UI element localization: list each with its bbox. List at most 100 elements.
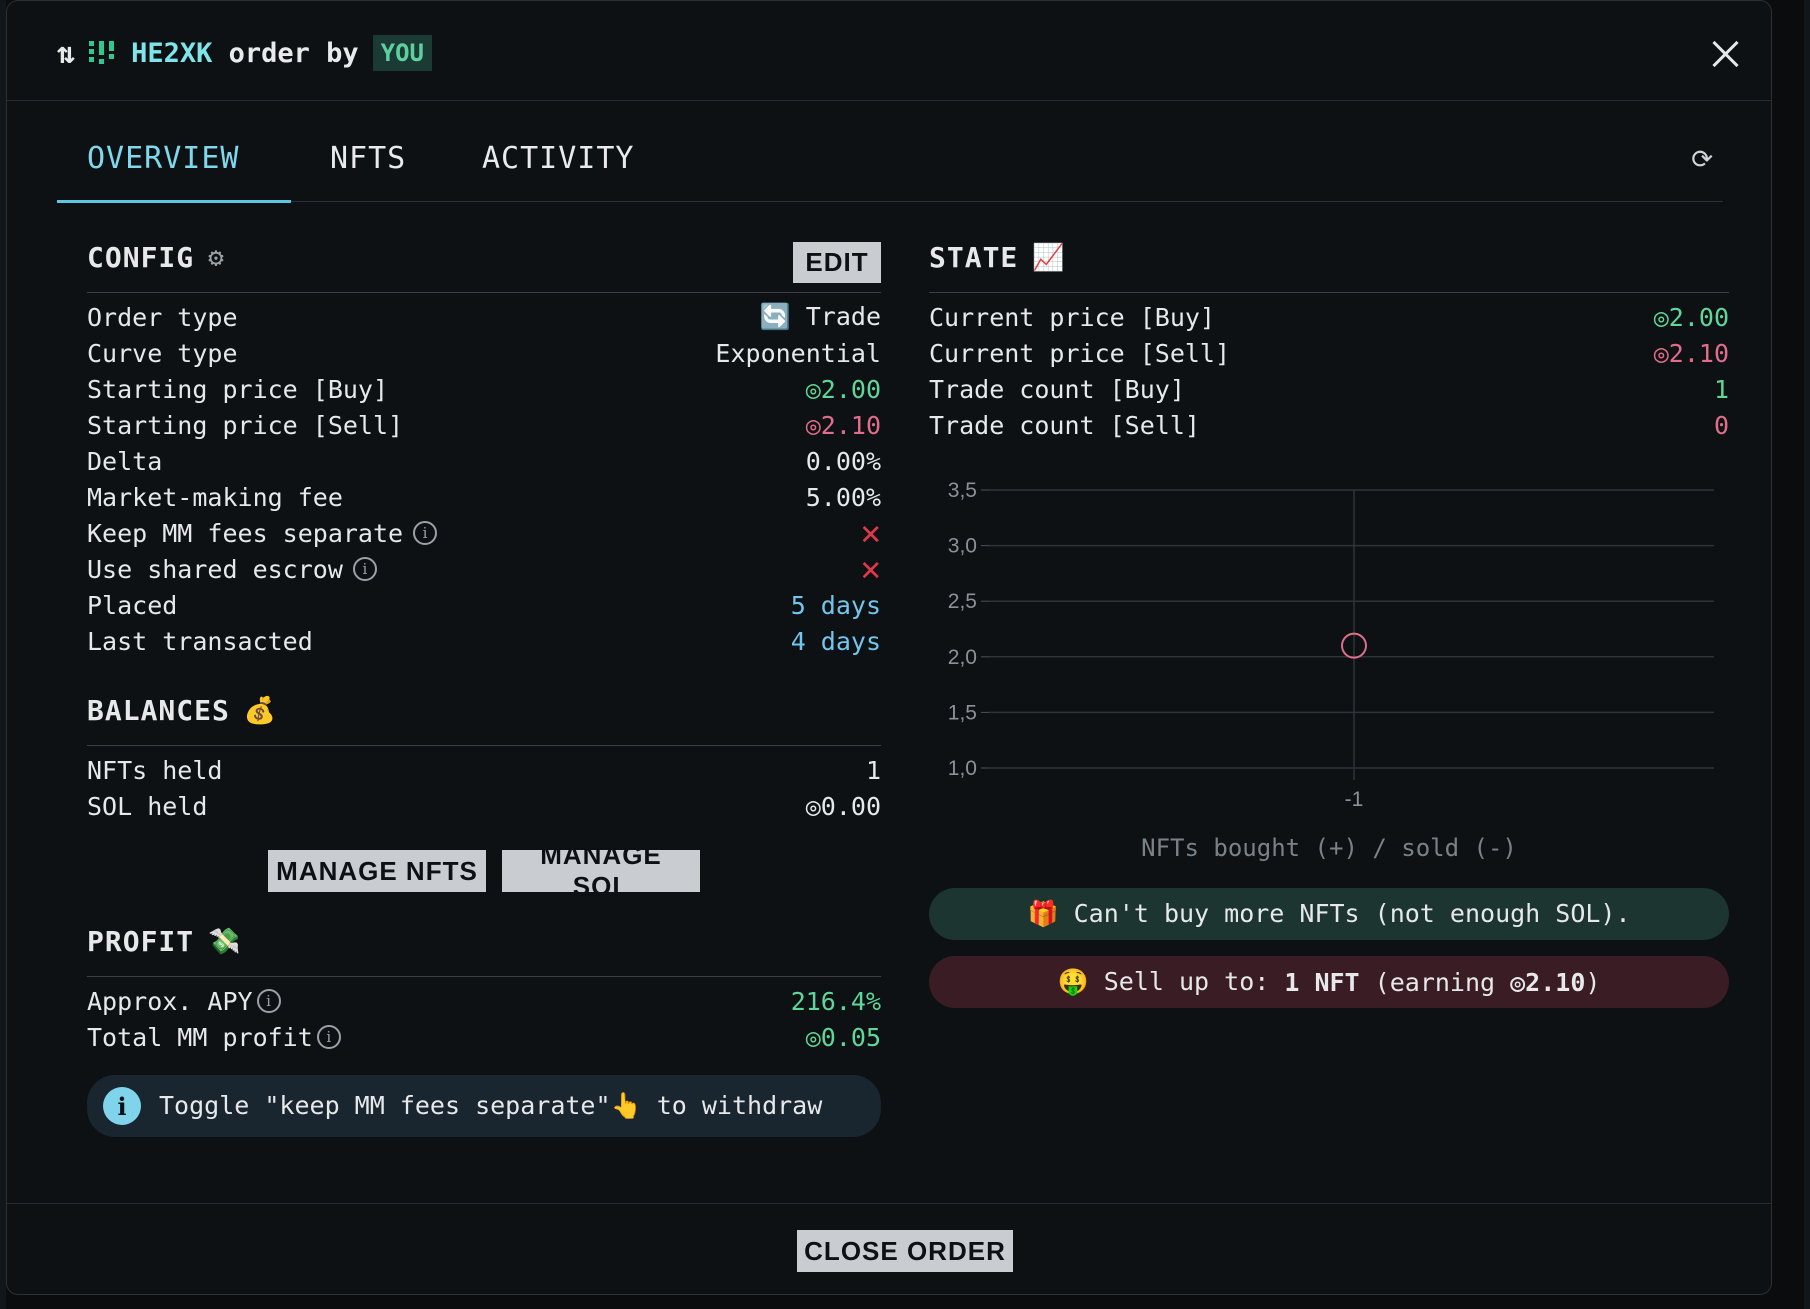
- false-x-icon: ✕: [860, 549, 881, 589]
- edit-button[interactable]: EDIT: [793, 242, 881, 283]
- price-curve-chart: 1,0 1,5 2,0 2,5 3,0 3,5 -1 NFTs bought (+) / …: [948, 479, 1714, 862]
- info-icon[interactable]: i: [352, 557, 377, 581]
- modal-footer: CLOSE ORDER: [7, 1203, 1771, 1296]
- config-row-keep-fees: Keep MM fees separate i ✕: [87, 513, 881, 553]
- sell-status-banner: 🤑 Sell up to: 1 NFT (earning ◎2.10 ): [929, 956, 1729, 1008]
- chart-x-tick-label: -1: [1345, 788, 1364, 811]
- modal-title: ⇅ HE2XK order by YOU: [57, 31, 433, 75]
- config-row-placed: Placed 5 days: [87, 588, 881, 622]
- state-row-price-buy: Current price [Buy] ◎2.00: [929, 300, 1729, 334]
- config-label: Starting price [Buy]: [87, 374, 389, 404]
- config-row-order-type: Order type 🔄 Trade: [87, 300, 881, 334]
- config-value: Exponential: [715, 338, 881, 368]
- state-value: ◎2.00: [1653, 302, 1729, 332]
- chart-x-axis-label: NFTs bought (+) / sold (-): [1141, 834, 1517, 862]
- tab-overview[interactable]: OVERVIEW: [87, 141, 240, 176]
- config-row-last-transacted: Last transacted 4 days: [87, 624, 881, 658]
- money-wings-icon: 💸: [208, 926, 242, 957]
- config-label: Starting price [Sell]: [87, 410, 404, 440]
- config-label: Order type: [87, 302, 238, 332]
- profit-label: Approx. APY: [87, 986, 253, 1016]
- sell-status-count: 1 NFT: [1284, 967, 1360, 997]
- sell-status-earning: ◎2.10: [1510, 967, 1586, 997]
- config-value: 0.00%: [805, 446, 881, 476]
- config-label: Delta: [87, 446, 163, 476]
- tab-nfts[interactable]: NFTS: [330, 141, 406, 176]
- chart-y-tick-label: 1,0: [948, 757, 977, 780]
- title-text: order by: [212, 37, 359, 69]
- right-edge: [1804, 0, 1810, 1309]
- config-value: 🔄 Trade: [759, 302, 881, 331]
- info-icon[interactable]: i: [256, 989, 281, 1013]
- state-value: 0: [1713, 410, 1729, 440]
- balances-value: 1: [865, 755, 881, 785]
- refresh-icon[interactable]: ⟳: [1691, 145, 1713, 175]
- tab-bar: OVERVIEW NFTS ACTIVITY ⟳: [57, 131, 1723, 203]
- trade-arrows-icon: ⇅: [57, 35, 76, 71]
- sell-status-suffix: ): [1585, 967, 1601, 997]
- state-divider: [929, 292, 1729, 293]
- order-modal: ⇅ HE2XK order by YOU OVERVIEW NFTS ACTIV…: [6, 0, 1772, 1295]
- config-row-delta: Delta 0.00%: [87, 444, 881, 478]
- profit-label: Total MM profit: [87, 1022, 313, 1052]
- owner-badge: YOU: [372, 35, 433, 71]
- config-label: Last transacted: [87, 626, 313, 656]
- sell-status-prefix: 🤑 Sell up to:: [1057, 967, 1285, 996]
- balances-section-title: BALANCES 💰: [87, 694, 277, 727]
- balances-label: NFTs held: [87, 755, 223, 785]
- false-x-icon: ✕: [860, 513, 881, 553]
- profit-title: PROFIT: [87, 925, 195, 958]
- modal-header: ⇅ HE2XK order by YOU: [7, 1, 1771, 101]
- config-label: Placed: [87, 590, 178, 620]
- buy-status-banner: 🎁 Can't buy more NFTs (not enough SOL).: [929, 888, 1729, 940]
- withdraw-hint-text: Toggle "keep MM fees separate"👆 to withd…: [159, 1091, 823, 1120]
- config-label: Market-making fee: [87, 482, 343, 512]
- state-value: ◎2.10: [1653, 338, 1729, 368]
- info-icon[interactable]: i: [316, 1025, 341, 1049]
- profit-value: 216.4%: [790, 986, 881, 1016]
- config-label: Use shared escrow: [87, 554, 343, 584]
- state-value: 1: [1713, 374, 1729, 404]
- info-icon[interactable]: i: [413, 521, 438, 545]
- profit-divider: [87, 976, 881, 977]
- chart-y-tick-label: 2,0: [948, 646, 977, 669]
- state-label: Trade count [Buy]: [929, 374, 1185, 404]
- state-row-price-sell: Current price [Sell] ◎2.10: [929, 336, 1729, 370]
- collection-name[interactable]: HE2XK: [131, 38, 212, 69]
- config-row-start-buy: Starting price [Buy] ◎2.00: [87, 372, 881, 406]
- chart-up-icon: 📈: [1032, 242, 1066, 273]
- balances-divider: [87, 745, 881, 746]
- config-row-mm-fee: Market-making fee 5.00%: [87, 480, 881, 514]
- balances-value: ◎0.00: [805, 791, 881, 821]
- chart-y-tick-label: 3,0: [948, 535, 977, 558]
- config-value: 4 days: [790, 626, 881, 656]
- config-section-title: CONFIG ⚙: [87, 241, 225, 274]
- balances-label: SOL held: [87, 791, 208, 821]
- profit-row-mm-profit: Total MM profit i ◎0.05: [87, 1020, 881, 1054]
- active-tab-indicator: [57, 200, 291, 203]
- config-value: 5 days: [790, 590, 881, 620]
- state-row-count-buy: Trade count [Buy] 1: [929, 372, 1729, 406]
- money-bag-icon: 💰: [243, 695, 278, 726]
- config-value: ◎2.00: [805, 374, 881, 404]
- state-section-title: STATE 📈: [929, 241, 1066, 274]
- config-value: ◎2.10: [805, 410, 881, 440]
- manage-sol-button[interactable]: MANAGE SOL: [502, 840, 700, 901]
- collection-logo-icon: [89, 41, 115, 64]
- config-label: Keep MM fees separate: [87, 518, 404, 548]
- balances-title: BALANCES: [87, 694, 230, 727]
- state-title: STATE: [929, 241, 1019, 274]
- config-row-shared-escrow: Use shared escrow i ✕: [87, 549, 881, 589]
- state-label: Current price [Sell]: [929, 338, 1231, 368]
- state-row-count-sell: Trade count [Sell] 0: [929, 408, 1729, 442]
- close-icon[interactable]: [1709, 37, 1743, 71]
- tab-activity[interactable]: ACTIVITY: [482, 141, 635, 176]
- balances-row-sol: SOL held ◎0.00: [87, 789, 881, 823]
- gear-icon: ⚙: [208, 242, 225, 273]
- state-label: Trade count [Sell]: [929, 410, 1200, 440]
- manage-nfts-button[interactable]: MANAGE NFTS: [268, 850, 486, 892]
- info-icon: i: [103, 1087, 141, 1125]
- config-row-start-sell: Starting price [Sell] ◎2.10: [87, 408, 881, 442]
- state-label: Current price [Buy]: [929, 302, 1215, 332]
- close-order-button[interactable]: CLOSE ORDER: [797, 1230, 1013, 1272]
